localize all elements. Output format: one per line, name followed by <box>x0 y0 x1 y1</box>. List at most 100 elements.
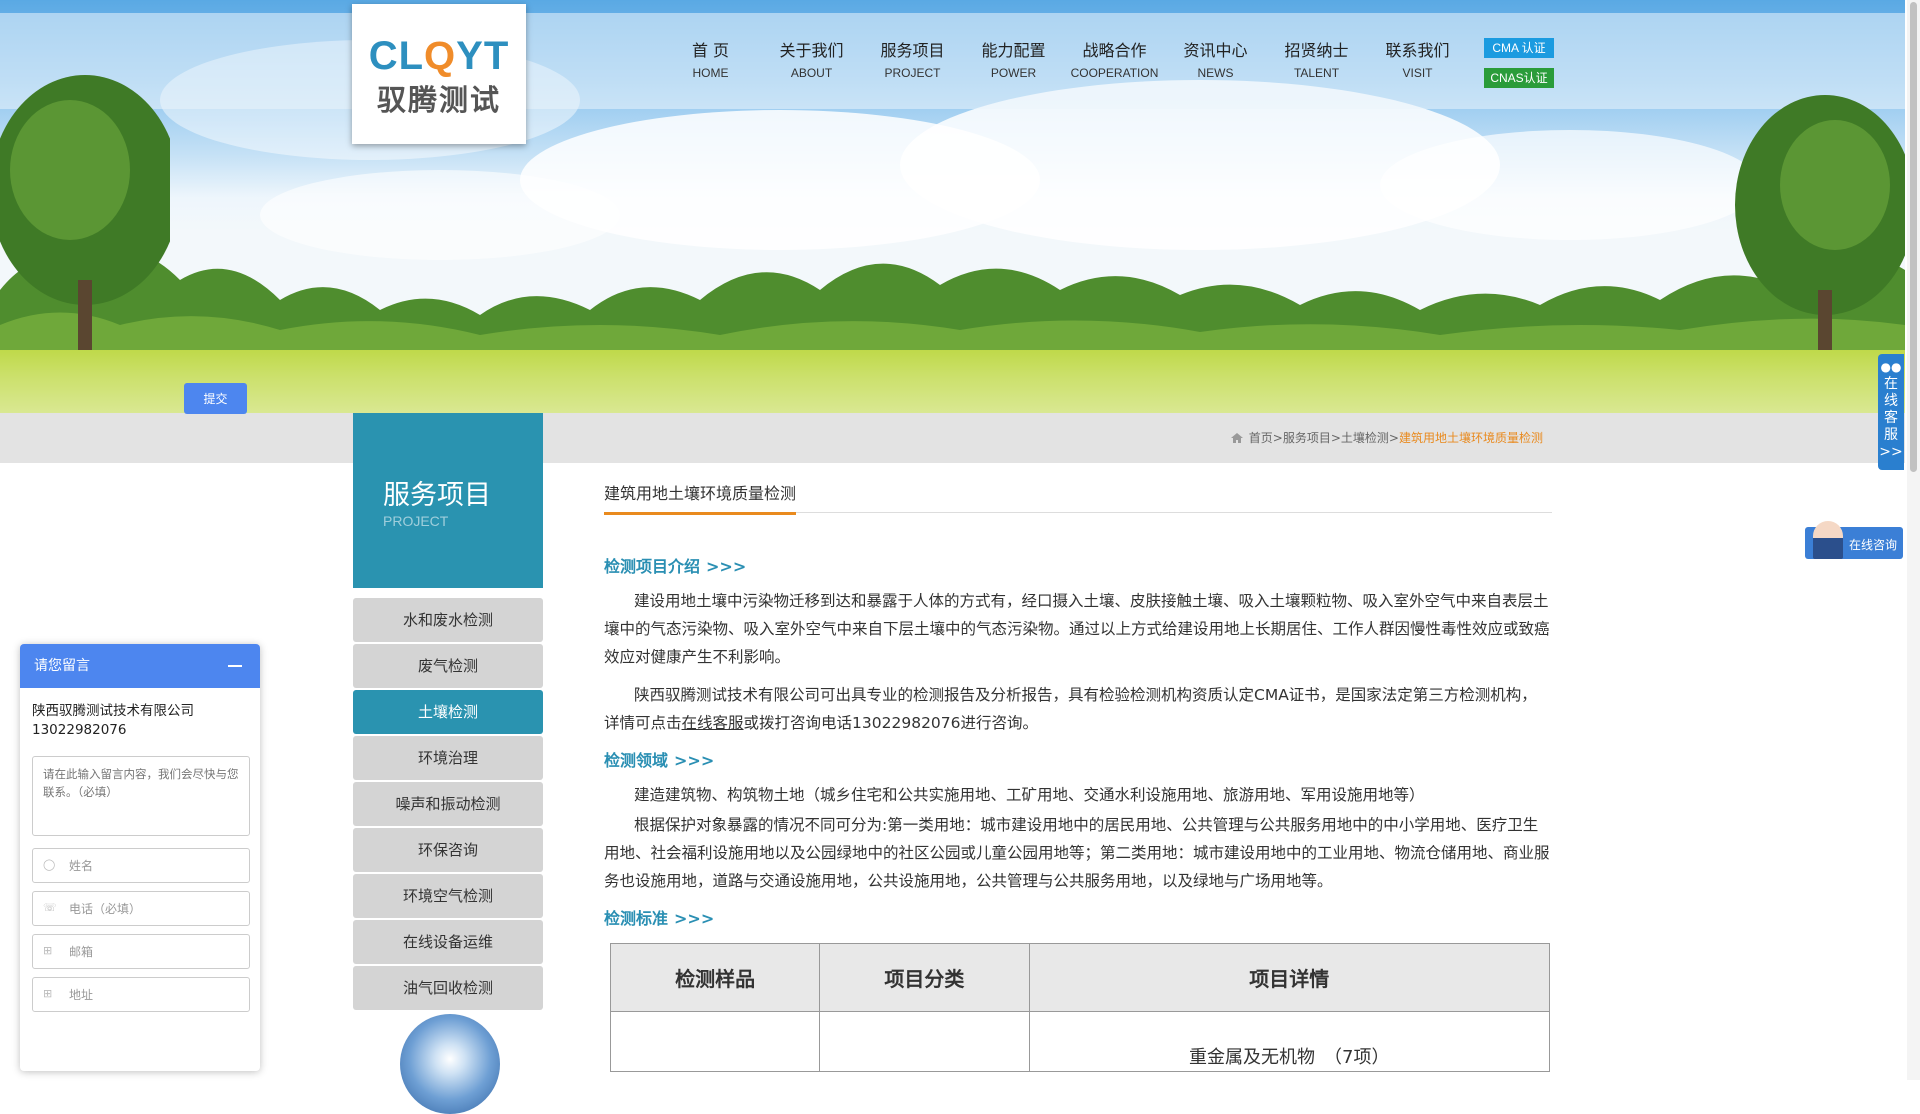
agent-avatar <box>1813 521 1843 559</box>
breadcrumb-separator: > <box>1388 430 1399 445</box>
nav-label-cn: 能力配置 <box>981 41 1046 60</box>
nav-label-en: POWER <box>990 66 1037 80</box>
sidebar-item-exhaust-gas[interactable]: 废气检测 <box>353 644 543 688</box>
nav-item-cooperation[interactable]: 战略合作 COOPERATION <box>1064 37 1165 80</box>
tree-line-illustration <box>0 252 1905 370</box>
nav-label-en: NEWS <box>1197 66 1234 80</box>
nav-item-home[interactable]: 首 页 HOME <box>660 37 761 80</box>
standards-table: 检测样品 项目分类 项目详情 重金属及无机物 （7项） <box>609 943 1551 1072</box>
table-cell: 重金属及无机物 （7项） <box>1028 1011 1551 1072</box>
table-header: 项目详情 <box>1028 943 1551 1012</box>
field-paragraph-2: 根据保护对象暴露的情况不同可分为:第一类用地：城市建设用地中的居民用地、公共管理… <box>604 816 1550 890</box>
name-input[interactable] <box>69 857 239 875</box>
address-field[interactable]: ⊞ <box>32 977 250 1012</box>
site-logo[interactable]: CLQYT 驭腾测试 <box>352 4 526 144</box>
sidebar-subtitle: PROJECT <box>383 513 449 529</box>
breadcrumb-home[interactable]: 首页 <box>1249 429 1273 446</box>
nav-label-en: COOPERATION <box>1070 66 1159 80</box>
table-header-row: 检测样品 项目分类 项目详情 <box>609 943 1551 1012</box>
logo-text-cn: 驭腾测试 <box>376 83 501 117</box>
intro-paragraph-1: 建设用地土壤中污染物迁移到达和暴露于人体的方式有，经口摄入土壤、皮肤接触土壤、吸… <box>604 592 1550 666</box>
sidebar-menu: 水和废水检测 废气检测 土壤检测 环境治理 噪声和振动检测 环保咨询 环境空气检… <box>353 598 543 1012</box>
table-cell <box>819 1011 1030 1072</box>
address-input[interactable] <box>69 986 239 1004</box>
sidebar-title: 服务项目 <box>383 480 491 511</box>
breadcrumb-project[interactable]: 服务项目 <box>1283 429 1331 446</box>
message-textarea[interactable] <box>32 756 250 836</box>
intro-paragraph-2: 陕西驭腾测试技术有限公司可出具专业的检测报告及分析报告，具有检验检测机构资质认定… <box>604 686 1537 732</box>
online-service-link[interactable]: 在线客服 <box>682 714 744 732</box>
sidebar-item-env-consulting[interactable]: 环保咨询 <box>353 828 543 872</box>
breadcrumb-current: 建筑用地土壤环境质量检测 <box>1398 431 1543 445</box>
nav-label-cn: 关于我们 <box>779 41 844 60</box>
breadcrumb: 首页 > 服务项目 > 土壤检测 > 建筑用地土壤环境质量检测 <box>1230 429 1543 446</box>
sidebar-decorative-image <box>400 1014 500 1114</box>
consult-label: 在线咨询 <box>1849 538 1898 552</box>
leave-message-panel: 请您留言 陕西驭腾测试技术有限公司13022982076 ◯ ☏ ⊞ ⊞ <box>20 644 260 1071</box>
logo-text-en: CLQYT <box>368 34 510 78</box>
main-nav: 首 页 HOME 关于我们 ABOUT 服务项目 PROJECT 能力配置 POWER … <box>660 37 1468 80</box>
email-input[interactable] <box>69 943 239 961</box>
nav-label-cn: 战略合作 <box>1082 41 1147 60</box>
nav-item-project[interactable]: 服务项目 PROJECT <box>862 37 963 80</box>
sidebar-header: 服务项目 PROJECT <box>353 413 543 588</box>
grid-icon: ⊞ <box>43 987 53 1000</box>
nav-item-talent[interactable]: 招贤纳士 TALENT <box>1266 37 1367 80</box>
cnas-cert-badge[interactable]: CNAS认证 <box>1484 68 1554 88</box>
nav-label-cn: 联系我们 <box>1385 41 1450 60</box>
sidebar-item-soil[interactable]: 土壤检测 <box>353 690 543 734</box>
phone-icon: ☏ <box>43 901 57 914</box>
message-panel-title: 请您留言 <box>34 658 90 674</box>
user-icon: ◯ <box>43 858 56 871</box>
grid-icon: ⊞ <box>43 944 53 957</box>
scrollbar-thumb[interactable] <box>1910 2 1917 472</box>
sidebar-item-noise-vibration[interactable]: 噪声和振动检测 <box>353 782 543 826</box>
main-content: 建筑用地土壤环境质量检测 检测项目介绍 >>> 建设用地土壤中污染物迁移到达和暴露… <box>604 480 1552 1072</box>
page-title: 建筑用地土壤环境质量检测 <box>604 480 1552 515</box>
submit-button[interactable]: 提交 <box>184 383 247 414</box>
nav-label-en: ABOUT <box>790 66 833 80</box>
sidebar-item-ambient-air[interactable]: 环境空气检测 <box>353 874 543 918</box>
minimize-icon[interactable] <box>228 665 242 667</box>
people-icon: ●● <box>1880 360 1902 374</box>
table-header: 项目分类 <box>819 943 1030 1012</box>
page-scrollbar[interactable] <box>1907 0 1920 1080</box>
email-field[interactable]: ⊞ <box>32 934 250 969</box>
left-tree-illustration <box>0 75 170 370</box>
phone-field[interactable]: ☏ <box>32 891 250 926</box>
sidebar-item-environment-governance[interactable]: 环境治理 <box>353 736 543 780</box>
nav-label-en: VISIT <box>1402 66 1433 80</box>
nav-label-cn: 服务项目 <box>880 41 945 60</box>
sidebar-item-water[interactable]: 水和废水检测 <box>353 598 543 642</box>
breadcrumb-soil[interactable]: 土壤检测 <box>1341 429 1389 446</box>
table-header: 检测样品 <box>609 943 821 1012</box>
field-paragraph-1: 建造建筑物、构筑物土地（城乡住宅和公共实施用地、工矿用地、交通水利设施用地、旅游… <box>634 786 1425 804</box>
nav-item-about[interactable]: 关于我们 ABOUT <box>761 37 862 80</box>
phone-input[interactable] <box>69 900 239 918</box>
cma-cert-badge[interactable]: CMA 认证 <box>1484 38 1554 58</box>
nav-label-cn: 资讯中心 <box>1183 41 1248 60</box>
table-row: 重金属及无机物 （7项） <box>609 1011 1551 1072</box>
message-panel-header: 请您留言 <box>20 644 260 688</box>
nav-label-en: PROJECT <box>884 66 941 80</box>
section-title-intro: 检测项目介绍 >>> <box>604 557 747 576</box>
sidebar-item-online-equipment[interactable]: 在线设备运维 <box>353 920 543 964</box>
section-title-field: 检测领域 >>> <box>604 751 715 770</box>
breadcrumb-bar: 首页 > 服务项目 > 土壤检测 > 建筑用地土壤环境质量检测 <box>0 413 1905 463</box>
nav-label-cn: 首 页 <box>691 41 730 60</box>
nav-label-en: TALENT <box>1293 66 1340 80</box>
service-tab-label: 在 线 客 服 >> <box>1879 376 1903 460</box>
nav-item-power[interactable]: 能力配置 POWER <box>963 37 1064 80</box>
nav-label-cn: 招贤纳士 <box>1284 41 1349 60</box>
company-contact: 陕西驭腾测试技术有限公司13022982076 <box>32 703 194 738</box>
online-consult-button[interactable]: 在线咨询 <box>1805 521 1903 559</box>
online-service-tab[interactable]: ●● 在 线 客 服 >> <box>1878 354 1904 470</box>
sidebar-item-vapor-recovery[interactable]: 油气回收检测 <box>353 966 543 1010</box>
name-field[interactable]: ◯ <box>32 848 250 883</box>
breadcrumb-separator: > <box>1330 430 1341 445</box>
nav-item-news[interactable]: 资讯中心 NEWS <box>1165 37 1266 80</box>
home-icon <box>1230 432 1243 443</box>
table-cell <box>609 1011 821 1072</box>
nav-item-visit[interactable]: 联系我们 VISIT <box>1367 37 1468 80</box>
breadcrumb-separator: > <box>1272 430 1283 445</box>
